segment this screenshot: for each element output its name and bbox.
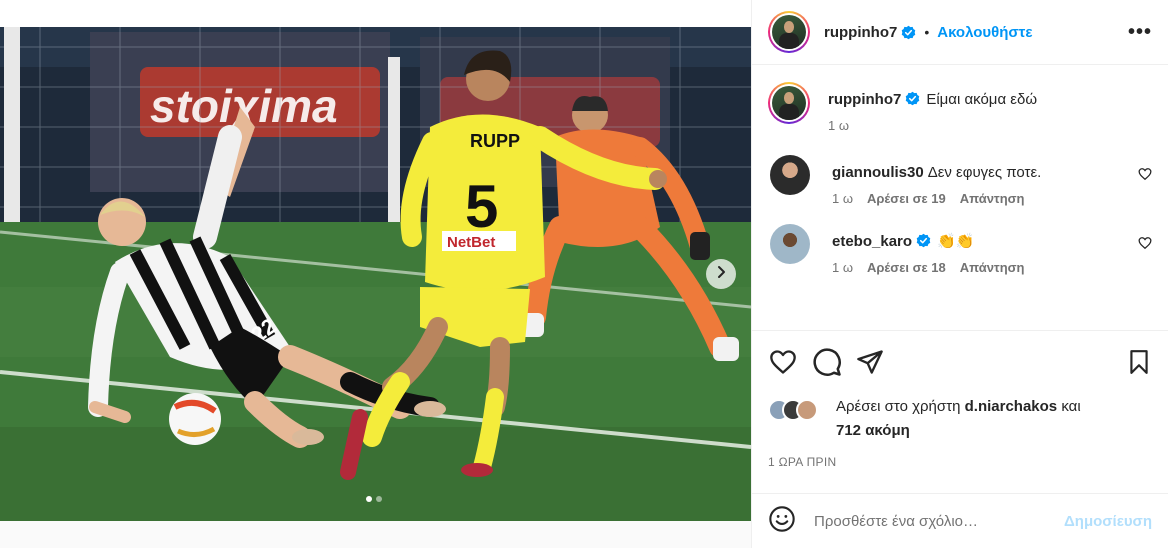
chevron-right-icon [714, 265, 728, 284]
comment-text: Δεν εφυγες ποτε. [927, 164, 1042, 181]
verified-badge-icon [905, 91, 920, 106]
caption-age: 1 ω [828, 118, 849, 133]
next-photo-button[interactable] [706, 259, 736, 289]
post-header: ruppinho7 • Ακολουθήστε ••• [752, 0, 1168, 65]
comment-row: giannoulis30 Δεν εφυγες ποτε. 1 ω Αρέσει … [768, 155, 1152, 206]
add-comment-bar: Δημοσίευση [752, 493, 1168, 548]
follow-button[interactable]: Ακολουθήστε [937, 24, 1032, 41]
author-avatar[interactable] [768, 11, 810, 53]
post-actions: Αρέσει στο χρήστη d.niarchakos και 712 α… [752, 330, 1168, 469]
comments-section: ruppinho7 Είμαι ακόμα εδώ 1 ω giannoulis3… [752, 66, 1168, 330]
emoji-smiley-icon[interactable] [768, 505, 796, 538]
caption-author-avatar[interactable] [768, 82, 810, 124]
comment-age: 1 ω [832, 191, 853, 206]
post-side-panel: ruppinho7 • Ακολουθήστε ••• ruppinho7 Είμ… [751, 0, 1168, 548]
comment-username[interactable]: giannoulis30 [832, 164, 924, 181]
like-heart-icon[interactable] [768, 348, 798, 381]
caption-text: Είμαι ακόμα εδώ [926, 91, 1038, 108]
comment-bubble-icon[interactable] [812, 347, 842, 382]
likes-summary: Αρέσει στο χρήστη d.niarchakos και 712 α… [768, 395, 1152, 443]
author-username[interactable]: ruppinho7 [824, 24, 897, 41]
post-comment-button[interactable]: Δημοσίευση [1064, 513, 1152, 530]
reply-button[interactable]: Απάντηση [960, 260, 1025, 275]
liker-avatar [796, 399, 818, 421]
jersey-sponsor: NetBet [447, 234, 495, 251]
comment-row: etebo_karo 👏👏 1 ω Αρέσει σε 18 Απάντηση [768, 224, 1152, 275]
jersey-number: 5 [465, 173, 498, 240]
caption-row: ruppinho7 Είμαι ακόμα εδώ 1 ω [768, 82, 1152, 133]
likes-joiner: και [1061, 398, 1081, 415]
share-paper-plane-icon[interactable] [856, 348, 884, 381]
post-media: stoiχima 22 RUPP 5 NetBet [0, 0, 751, 548]
likes-count[interactable]: 712 ακόμη [836, 422, 910, 439]
carousel-dot [366, 496, 372, 502]
more-options-icon[interactable]: ••• [1128, 21, 1152, 44]
jersey-name: RUPP [470, 131, 520, 151]
carousel-indicator [366, 496, 382, 502]
commenter-avatar[interactable] [770, 224, 810, 264]
verified-badge-icon [916, 233, 931, 248]
likes-prefix: Αρέσει στο χρήστη [836, 398, 961, 415]
post-timestamp[interactable]: 1 ΩΡΑ ΠΡΙΝ [768, 455, 1152, 469]
liker-avatars[interactable] [768, 395, 828, 421]
liker-username[interactable]: d.niarchakos [965, 398, 1058, 415]
header-separator: • [924, 24, 930, 40]
like-comment-heart-icon[interactable] [1138, 236, 1152, 255]
comment-likes[interactable]: Αρέσει σε 19 [867, 191, 946, 206]
comment-likes[interactable]: Αρέσει σε 18 [867, 260, 946, 275]
football-ball [169, 393, 221, 445]
comment-text: 👏👏 [937, 233, 975, 250]
comment-username[interactable]: etebo_karo [832, 233, 912, 250]
comment-age: 1 ω [832, 260, 853, 275]
media-bottom-strip [0, 521, 751, 548]
caption-author[interactable]: ruppinho7 [828, 91, 901, 108]
carousel-dot [376, 496, 382, 502]
save-bookmark-icon[interactable] [1126, 348, 1152, 381]
post-photo[interactable]: stoiχima 22 RUPP 5 NetBet [0, 27, 751, 521]
like-comment-heart-icon[interactable] [1138, 167, 1152, 186]
commenter-avatar[interactable] [770, 155, 810, 195]
comment-input[interactable] [814, 512, 1064, 530]
reply-button[interactable]: Απάντηση [960, 191, 1025, 206]
verified-badge-icon [901, 25, 916, 40]
post-modal: stoiχima 22 RUPP 5 NetBet ruppinho7 • Ακ… [0, 0, 1168, 548]
